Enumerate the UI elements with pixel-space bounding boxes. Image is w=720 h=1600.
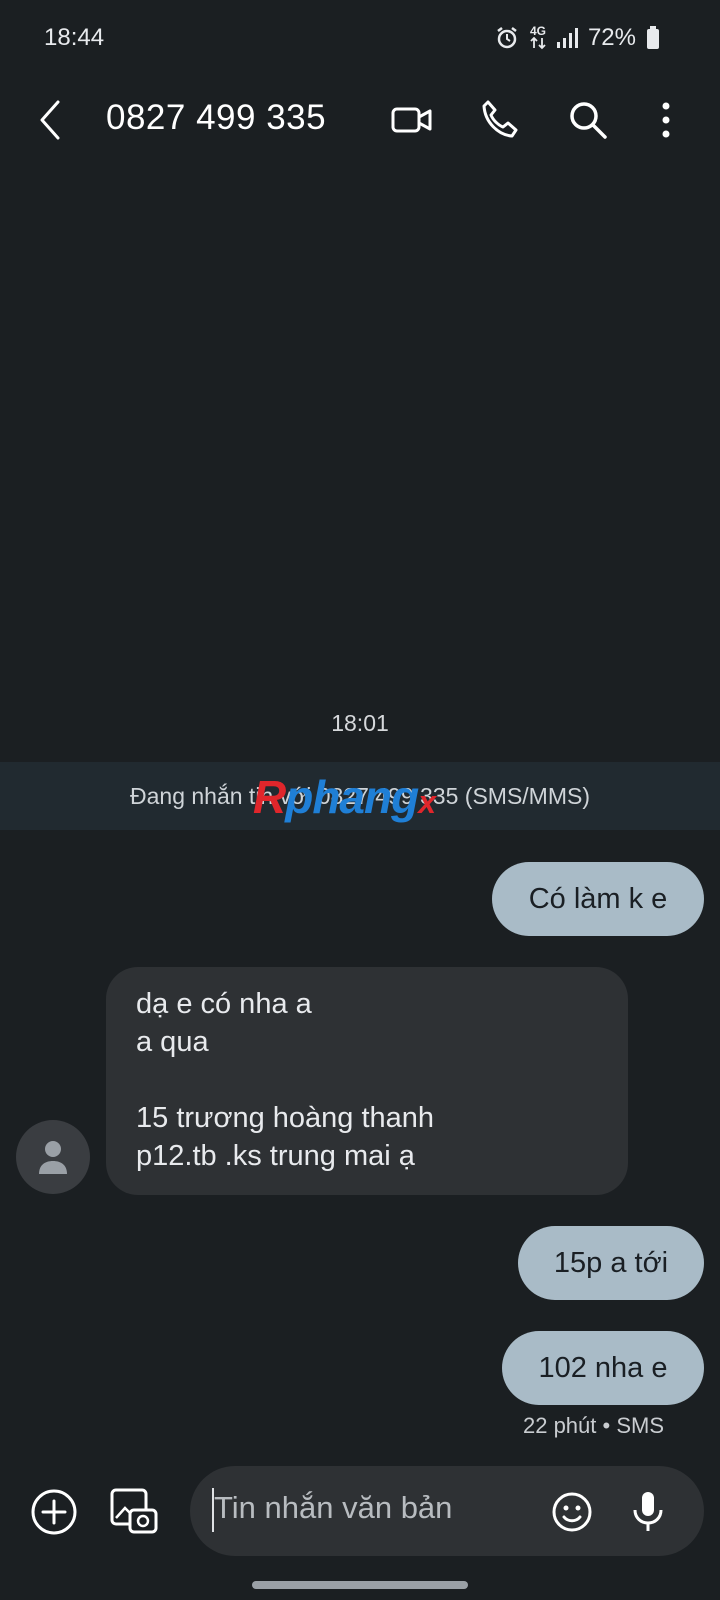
message-line: 15 trương hoàng thanh (136, 1102, 435, 1134)
message-text: Có làm k e (528, 882, 668, 915)
battery-icon (646, 26, 660, 50)
add-attachment-button[interactable] (28, 1486, 80, 1538)
voice-input-button[interactable] (622, 1486, 674, 1538)
message-input[interactable]: Tin nhắn văn bản (214, 1490, 452, 1526)
message-line: a qua (136, 1026, 209, 1058)
contact-title: 0827 499 335 (106, 98, 327, 137)
back-icon (40, 100, 60, 140)
more-icon (662, 102, 670, 138)
message-line (136, 1061, 598, 1099)
emoji-icon (552, 1492, 592, 1532)
battery-level: 72% (587, 24, 636, 51)
gesture-bar[interactable] (252, 1581, 468, 1589)
status-time: 18:44 (44, 24, 105, 51)
add-icon (31, 1489, 77, 1535)
phone-call-icon (482, 100, 518, 138)
gallery-camera-button[interactable] (108, 1486, 160, 1538)
message-text: 102 nha e (538, 1351, 668, 1384)
message-meta: 22 phút • SMS (522, 1413, 664, 1438)
person-icon (39, 1141, 67, 1174)
more-options-button[interactable] (648, 96, 696, 144)
outgoing-message[interactable]: 102 nha e (502, 1331, 704, 1405)
video-call-icon (391, 107, 432, 133)
back-button[interactable] (32, 96, 72, 144)
video-call-button[interactable] (388, 96, 436, 144)
outgoing-message[interactable]: 15p a tới (518, 1226, 704, 1300)
message-line: dạ e có nha a (136, 988, 312, 1020)
search-icon (570, 102, 607, 139)
contact-avatar[interactable] (16, 1120, 90, 1194)
network-type: 4G (529, 24, 546, 38)
emoji-button[interactable] (546, 1486, 598, 1538)
status-icons: 4G 72% (494, 24, 660, 52)
microphone-icon (633, 1492, 663, 1531)
message-timestamp: 18:01 (331, 710, 389, 736)
search-button[interactable] (564, 96, 612, 144)
gallery-camera-icon (110, 1488, 158, 1534)
incoming-message[interactable]: dạ e có nha a a qua 15 trương hoàng than… (106, 967, 628, 1195)
watermark-main: phang (285, 771, 419, 823)
data-arrows-icon: 4G (529, 24, 546, 50)
watermark-r: R (253, 771, 286, 823)
phone-call-button[interactable] (476, 96, 524, 144)
signal-icon (556, 27, 578, 49)
message-line: p12.tb .ks trung mai ạ (136, 1140, 415, 1172)
watermark-logo: Rphangx (253, 770, 436, 824)
watermark-x: x (418, 784, 436, 820)
alarm-icon (494, 25, 520, 51)
outgoing-message[interactable]: Có làm k e (492, 862, 704, 936)
message-text: 15p a tới (553, 1246, 669, 1279)
